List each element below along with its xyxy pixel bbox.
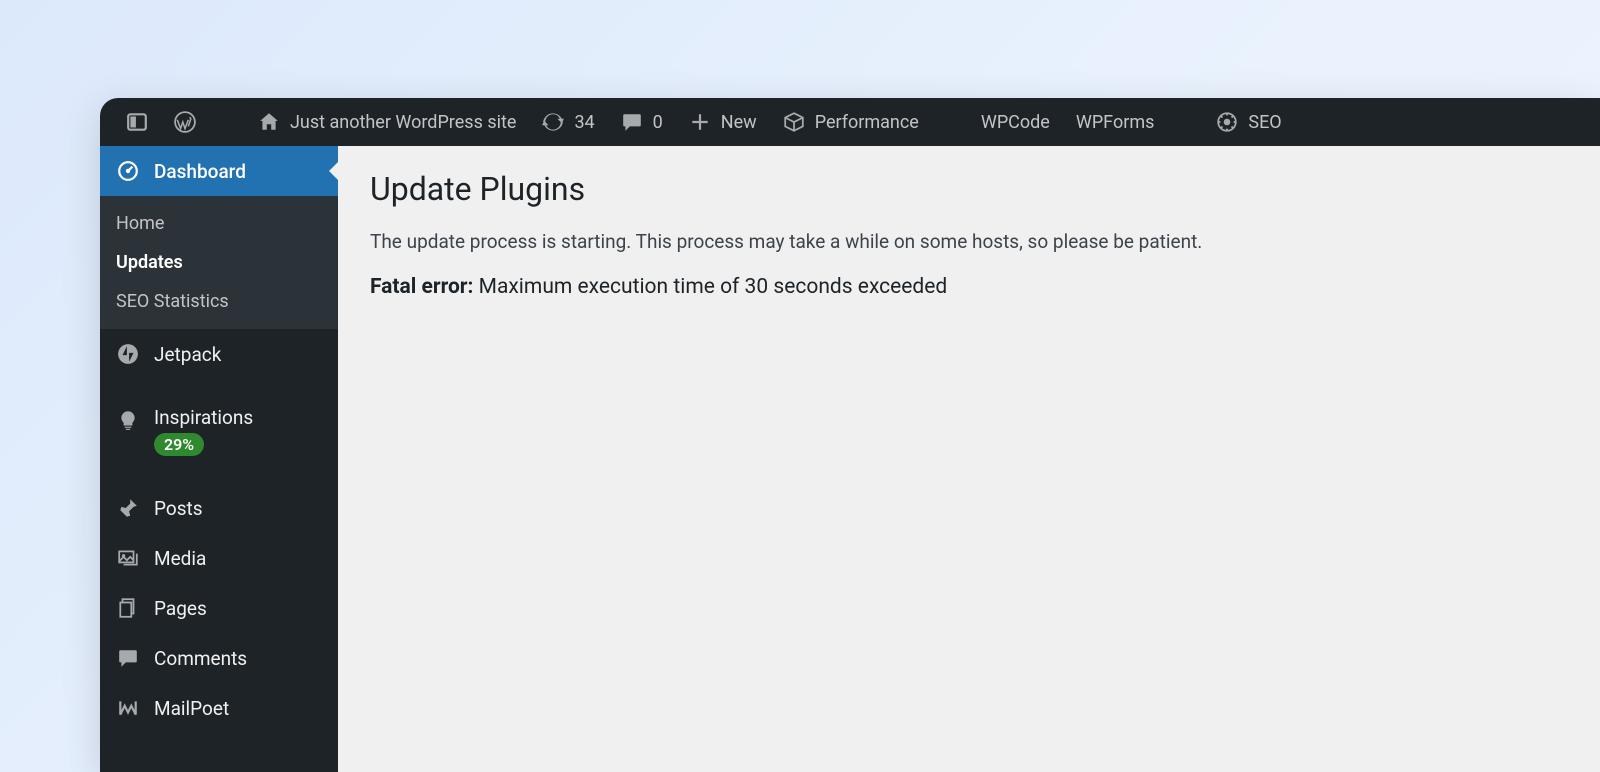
mailpoet-icon — [116, 696, 140, 720]
sidebar-item-comments[interactable]: Comments — [100, 633, 338, 683]
box-icon — [783, 111, 805, 133]
sidebar-inspirations-label: Inspirations — [154, 406, 253, 429]
pages-icon — [116, 596, 140, 620]
sidebar-dashboard-label: Dashboard — [154, 160, 246, 183]
sidebar-item-pages[interactable]: Pages — [100, 583, 338, 633]
sidebar-pages-label: Pages — [154, 597, 207, 620]
comments-count: 0 — [653, 112, 663, 133]
error-label: Fatal error: — [370, 275, 473, 299]
seo-label: SEO — [1248, 112, 1281, 133]
gear-icon — [1216, 111, 1238, 133]
updates-link[interactable]: 34 — [532, 98, 604, 146]
sidebar-item-posts[interactable]: Posts — [100, 483, 338, 533]
comment-icon — [621, 111, 643, 133]
new-content-link[interactable]: New — [679, 98, 767, 146]
admin-sidebar: Dashboard Home Updates SEO Statistics Je… — [100, 146, 338, 772]
lightbulb-icon — [116, 408, 140, 432]
plus-icon — [689, 111, 711, 133]
admin-window: Just another WordPress site 34 0 New Per… — [100, 98, 1600, 772]
sidebar-item-inspirations[interactable]: Inspirations 29% — [100, 393, 338, 469]
sidebar-item-mailpoet[interactable]: MailPoet — [100, 683, 338, 733]
submenu-seo-stats[interactable]: SEO Statistics — [100, 282, 338, 321]
jetpack-icon — [116, 342, 140, 366]
admin-bar: Just another WordPress site 34 0 New Per… — [100, 98, 1600, 146]
sidebar-comments-label: Comments — [154, 647, 247, 670]
page-title: Update Plugins — [370, 170, 1568, 208]
wpforms-label: WPForms — [1076, 112, 1155, 133]
updates-count: 34 — [574, 112, 594, 133]
sidebar-posts-label: Posts — [154, 497, 203, 520]
performance-link[interactable]: Performance — [773, 98, 929, 146]
dashboard-icon — [116, 159, 140, 183]
wpcode-label: WPCode — [981, 112, 1050, 133]
site-title: Just another WordPress site — [290, 112, 516, 133]
comments-link[interactable]: 0 — [611, 98, 673, 146]
sidebar-item-dashboard[interactable]: Dashboard — [100, 146, 338, 196]
sidebar-media-label: Media — [154, 547, 206, 570]
refresh-icon — [542, 111, 564, 133]
submenu-home[interactable]: Home — [100, 204, 338, 243]
wp-logo[interactable] — [164, 98, 206, 146]
sidebar-item-jetpack[interactable]: Jetpack — [100, 329, 338, 379]
wordpress-icon — [174, 111, 196, 133]
wpcode-link[interactable]: WPCode — [971, 98, 1060, 146]
panel-icon — [126, 111, 148, 133]
new-label: New — [721, 112, 757, 133]
sidebar-mailpoet-label: MailPoet — [154, 697, 229, 720]
pin-icon — [116, 496, 140, 520]
wpforms-link[interactable]: WPForms — [1066, 98, 1165, 146]
seo-link[interactable]: SEO — [1206, 98, 1291, 146]
inspirations-badge: 29% — [154, 433, 204, 456]
error-message: Maximum execution time of 30 seconds exc… — [479, 275, 948, 299]
media-icon — [116, 546, 140, 570]
sidebar-jetpack-label: Jetpack — [154, 343, 221, 366]
home-icon — [258, 111, 280, 133]
panel-toggle[interactable] — [116, 98, 158, 146]
sidebar-item-media[interactable]: Media — [100, 533, 338, 583]
body-wrap: Dashboard Home Updates SEO Statistics Je… — [100, 146, 1600, 772]
performance-label: Performance — [815, 112, 919, 133]
submenu-updates[interactable]: Updates — [100, 243, 338, 282]
comments-icon — [116, 646, 140, 670]
dashboard-submenu: Home Updates SEO Statistics — [100, 196, 338, 329]
site-link[interactable]: Just another WordPress site — [248, 98, 526, 146]
fatal-error: Fatal error: Maximum execution time of 3… — [370, 275, 1568, 299]
main-content: Update Plugins The update process is sta… — [338, 146, 1600, 772]
update-notice: The update process is starting. This pro… — [370, 230, 1568, 253]
